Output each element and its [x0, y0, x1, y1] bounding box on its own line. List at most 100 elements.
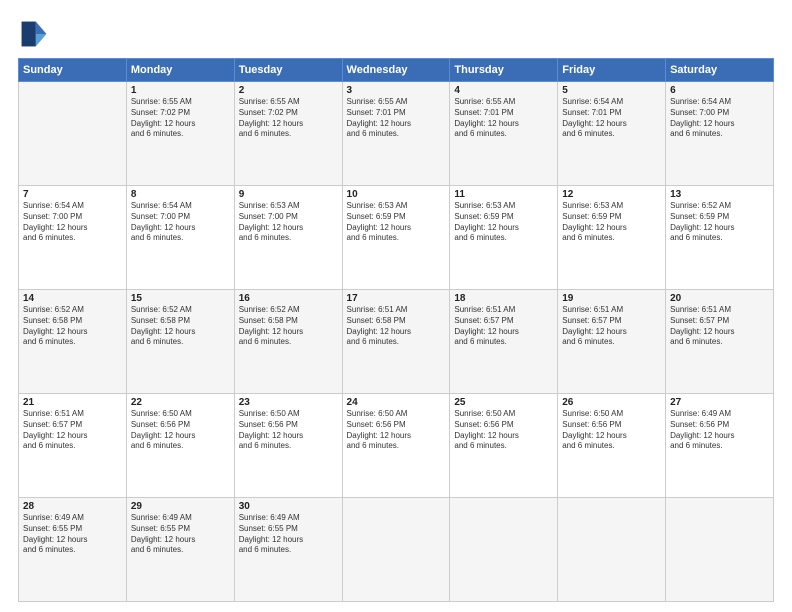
day-cell: 1Sunrise: 6:55 AMSunset: 7:02 PMDaylight… [126, 82, 234, 186]
day-number: 29 [131, 501, 230, 512]
day-number: 26 [562, 397, 661, 408]
header [18, 18, 774, 50]
day-cell [19, 82, 127, 186]
day-number: 5 [562, 85, 661, 96]
day-number: 13 [670, 189, 769, 200]
day-cell [450, 498, 558, 602]
day-number: 7 [23, 189, 122, 200]
day-cell [558, 498, 666, 602]
day-cell: 23Sunrise: 6:50 AMSunset: 6:56 PMDayligh… [234, 394, 342, 498]
day-cell: 5Sunrise: 6:54 AMSunset: 7:01 PMDaylight… [558, 82, 666, 186]
day-number: 10 [347, 189, 446, 200]
day-cell: 25Sunrise: 6:50 AMSunset: 6:56 PMDayligh… [450, 394, 558, 498]
day-cell: 29Sunrise: 6:49 AMSunset: 6:55 PMDayligh… [126, 498, 234, 602]
day-info: Sunrise: 6:55 AMSunset: 7:02 PMDaylight:… [131, 97, 230, 140]
day-number: 9 [239, 189, 338, 200]
week-row-3: 14Sunrise: 6:52 AMSunset: 6:58 PMDayligh… [19, 290, 774, 394]
day-info: Sunrise: 6:49 AMSunset: 6:55 PMDaylight:… [23, 513, 122, 556]
day-cell: 28Sunrise: 6:49 AMSunset: 6:55 PMDayligh… [19, 498, 127, 602]
day-number: 23 [239, 397, 338, 408]
day-info: Sunrise: 6:49 AMSunset: 6:55 PMDaylight:… [239, 513, 338, 556]
day-info: Sunrise: 6:52 AMSunset: 6:58 PMDaylight:… [131, 305, 230, 348]
day-info: Sunrise: 6:51 AMSunset: 6:57 PMDaylight:… [454, 305, 553, 348]
week-row-1: 1Sunrise: 6:55 AMSunset: 7:02 PMDaylight… [19, 82, 774, 186]
day-cell: 16Sunrise: 6:52 AMSunset: 6:58 PMDayligh… [234, 290, 342, 394]
day-number: 28 [23, 501, 122, 512]
page: SundayMondayTuesdayWednesdayThursdayFrid… [0, 0, 792, 612]
day-number: 24 [347, 397, 446, 408]
day-info: Sunrise: 6:50 AMSunset: 6:56 PMDaylight:… [131, 409, 230, 452]
day-number: 20 [670, 293, 769, 304]
day-info: Sunrise: 6:51 AMSunset: 6:57 PMDaylight:… [670, 305, 769, 348]
day-info: Sunrise: 6:54 AMSunset: 7:00 PMDaylight:… [23, 201, 122, 244]
day-info: Sunrise: 6:50 AMSunset: 6:56 PMDaylight:… [562, 409, 661, 452]
day-number: 1 [131, 85, 230, 96]
day-cell: 30Sunrise: 6:49 AMSunset: 6:55 PMDayligh… [234, 498, 342, 602]
col-header-thursday: Thursday [450, 59, 558, 82]
day-info: Sunrise: 6:51 AMSunset: 6:57 PMDaylight:… [562, 305, 661, 348]
calendar-header: SundayMondayTuesdayWednesdayThursdayFrid… [19, 59, 774, 82]
day-cell: 4Sunrise: 6:55 AMSunset: 7:01 PMDaylight… [450, 82, 558, 186]
day-info: Sunrise: 6:53 AMSunset: 6:59 PMDaylight:… [347, 201, 446, 244]
day-cell: 11Sunrise: 6:53 AMSunset: 6:59 PMDayligh… [450, 186, 558, 290]
day-number: 17 [347, 293, 446, 304]
day-number: 25 [454, 397, 553, 408]
day-cell: 9Sunrise: 6:53 AMSunset: 7:00 PMDaylight… [234, 186, 342, 290]
day-number: 6 [670, 85, 769, 96]
week-row-5: 28Sunrise: 6:49 AMSunset: 6:55 PMDayligh… [19, 498, 774, 602]
day-info: Sunrise: 6:51 AMSunset: 6:57 PMDaylight:… [23, 409, 122, 452]
day-info: Sunrise: 6:55 AMSunset: 7:01 PMDaylight:… [454, 97, 553, 140]
day-cell: 14Sunrise: 6:52 AMSunset: 6:58 PMDayligh… [19, 290, 127, 394]
day-info: Sunrise: 6:53 AMSunset: 6:59 PMDaylight:… [454, 201, 553, 244]
day-number: 8 [131, 189, 230, 200]
day-info: Sunrise: 6:54 AMSunset: 7:01 PMDaylight:… [562, 97, 661, 140]
day-info: Sunrise: 6:55 AMSunset: 7:02 PMDaylight:… [239, 97, 338, 140]
day-cell: 19Sunrise: 6:51 AMSunset: 6:57 PMDayligh… [558, 290, 666, 394]
day-info: Sunrise: 6:51 AMSunset: 6:58 PMDaylight:… [347, 305, 446, 348]
day-info: Sunrise: 6:50 AMSunset: 6:56 PMDaylight:… [454, 409, 553, 452]
day-info: Sunrise: 6:53 AMSunset: 7:00 PMDaylight:… [239, 201, 338, 244]
day-info: Sunrise: 6:54 AMSunset: 7:00 PMDaylight:… [670, 97, 769, 140]
day-number: 21 [23, 397, 122, 408]
day-cell: 7Sunrise: 6:54 AMSunset: 7:00 PMDaylight… [19, 186, 127, 290]
day-cell: 6Sunrise: 6:54 AMSunset: 7:00 PMDaylight… [666, 82, 774, 186]
day-cell [666, 498, 774, 602]
col-header-tuesday: Tuesday [234, 59, 342, 82]
day-cell: 13Sunrise: 6:52 AMSunset: 6:59 PMDayligh… [666, 186, 774, 290]
day-info: Sunrise: 6:53 AMSunset: 6:59 PMDaylight:… [562, 201, 661, 244]
day-number: 2 [239, 85, 338, 96]
col-header-monday: Monday [126, 59, 234, 82]
col-header-saturday: Saturday [666, 59, 774, 82]
col-header-sunday: Sunday [19, 59, 127, 82]
day-cell: 22Sunrise: 6:50 AMSunset: 6:56 PMDayligh… [126, 394, 234, 498]
day-number: 15 [131, 293, 230, 304]
day-info: Sunrise: 6:52 AMSunset: 6:58 PMDaylight:… [239, 305, 338, 348]
day-cell: 3Sunrise: 6:55 AMSunset: 7:01 PMDaylight… [342, 82, 450, 186]
day-number: 19 [562, 293, 661, 304]
day-number: 12 [562, 189, 661, 200]
calendar-body: 1Sunrise: 6:55 AMSunset: 7:02 PMDaylight… [19, 82, 774, 602]
day-number: 14 [23, 293, 122, 304]
day-info: Sunrise: 6:49 AMSunset: 6:55 PMDaylight:… [131, 513, 230, 556]
day-number: 16 [239, 293, 338, 304]
day-cell: 18Sunrise: 6:51 AMSunset: 6:57 PMDayligh… [450, 290, 558, 394]
day-cell: 10Sunrise: 6:53 AMSunset: 6:59 PMDayligh… [342, 186, 450, 290]
day-info: Sunrise: 6:55 AMSunset: 7:01 PMDaylight:… [347, 97, 446, 140]
day-info: Sunrise: 6:52 AMSunset: 6:59 PMDaylight:… [670, 201, 769, 244]
day-number: 22 [131, 397, 230, 408]
day-cell: 2Sunrise: 6:55 AMSunset: 7:02 PMDaylight… [234, 82, 342, 186]
day-cell: 8Sunrise: 6:54 AMSunset: 7:00 PMDaylight… [126, 186, 234, 290]
day-cell: 26Sunrise: 6:50 AMSunset: 6:56 PMDayligh… [558, 394, 666, 498]
day-cell: 20Sunrise: 6:51 AMSunset: 6:57 PMDayligh… [666, 290, 774, 394]
logo-icon [18, 18, 50, 50]
logo [18, 18, 54, 50]
header-row: SundayMondayTuesdayWednesdayThursdayFrid… [19, 59, 774, 82]
day-info: Sunrise: 6:52 AMSunset: 6:58 PMDaylight:… [23, 305, 122, 348]
day-info: Sunrise: 6:49 AMSunset: 6:56 PMDaylight:… [670, 409, 769, 452]
day-number: 3 [347, 85, 446, 96]
day-cell [342, 498, 450, 602]
day-number: 27 [670, 397, 769, 408]
day-info: Sunrise: 6:50 AMSunset: 6:56 PMDaylight:… [239, 409, 338, 452]
day-cell: 12Sunrise: 6:53 AMSunset: 6:59 PMDayligh… [558, 186, 666, 290]
day-cell: 21Sunrise: 6:51 AMSunset: 6:57 PMDayligh… [19, 394, 127, 498]
